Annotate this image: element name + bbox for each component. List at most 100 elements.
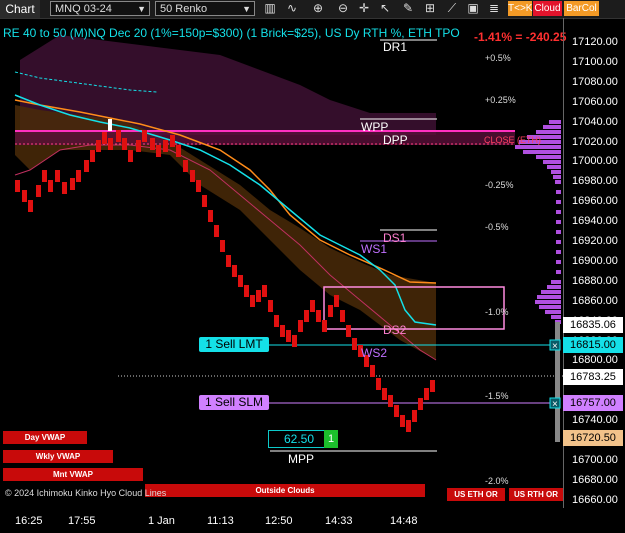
volume-profile-bar — [523, 150, 561, 154]
volume-profile — [515, 120, 561, 442]
volume-profile-bar — [537, 295, 561, 299]
cloud-toggle-button[interactable]: Cloud — [533, 1, 562, 16]
volume-profile-bar — [556, 210, 561, 214]
renko-brick — [352, 338, 357, 350]
renko-brick — [84, 160, 89, 172]
chart-title: RE 40 to 50 (M)NQ Dec 20 (1%=150p=$300) … — [3, 26, 460, 40]
x-tick-label: 14:48 — [390, 515, 418, 527]
pct-minus-20: -2.0% — [485, 476, 509, 486]
tk-toggle-button[interactable]: T<>K — [508, 1, 532, 16]
renko-brick — [238, 275, 243, 287]
volume-profile-bar — [553, 175, 561, 179]
y-tick-label: 16880.00 — [572, 274, 618, 287]
bar-type-label: 50 Renko — [160, 3, 208, 15]
volume-profile-bar — [556, 200, 561, 204]
volume-profile-bar — [556, 220, 561, 224]
bar-type-selector[interactable]: 50 Renko ▼ — [155, 1, 255, 16]
volume-profile-bar — [541, 290, 561, 294]
y-tick-label: 17060.00 — [572, 95, 618, 108]
pct-minus-05: -0.5% — [485, 222, 509, 232]
renko-brick — [36, 185, 41, 197]
pct-minus-15: -1.5% — [485, 391, 509, 401]
ws2-label: WS2 — [361, 346, 388, 360]
mpp-label: MPP — [288, 452, 315, 466]
bar-chart-icon[interactable]: ▥ — [262, 1, 278, 16]
dpp-band — [15, 131, 515, 145]
renko-brick — [214, 225, 219, 237]
position-count: 1 — [324, 430, 338, 448]
renko-brick — [142, 130, 147, 142]
y-tick-label: 17120.00 — [572, 36, 618, 48]
strategies-icon[interactable]: ▣ — [465, 1, 481, 16]
draw-tools-icon[interactable]: ✎ — [400, 1, 416, 16]
volume-profile-bar — [545, 310, 561, 314]
ds2-label: DS2 — [383, 323, 407, 337]
x-tick-label: 14:33 — [325, 515, 353, 527]
crosshair-icon[interactable]: ✛ — [356, 1, 372, 16]
drawing-object-icon[interactable]: ⊞ — [422, 1, 438, 16]
pct-minus-025: -0.25% — [485, 180, 514, 190]
price-label-last: 16783.25 — [563, 369, 623, 385]
session-change: -1.41% = -240.25 — [474, 30, 567, 44]
svg-text:×: × — [552, 341, 558, 352]
y-tick-label: 16980.00 — [572, 175, 618, 188]
y-tick-label: 17000.00 — [572, 155, 618, 168]
sell-slm-order[interactable]: 1 Sell SLM — [199, 395, 269, 410]
properties-icon[interactable]: ≣ — [486, 1, 502, 16]
instrument-selector[interactable]: MNQ 03-24 ▼ — [50, 1, 150, 16]
renko-brick — [298, 320, 303, 332]
zoom-in-icon[interactable]: ⊕ — [310, 1, 326, 16]
volume-profile-bar — [556, 230, 561, 234]
y-tick-label: 16940.00 — [572, 215, 618, 228]
renko-brick — [262, 285, 267, 297]
renko-brick — [250, 295, 255, 307]
renko-brick — [310, 300, 315, 312]
renko-brick — [406, 420, 411, 432]
volume-profile-bar — [556, 190, 561, 194]
svg-text:×: × — [552, 399, 558, 410]
x-tick-label: 12:50 — [265, 515, 293, 527]
y-tick-label: 16740.00 — [572, 414, 618, 427]
pointer-icon[interactable]: ↖ — [377, 1, 393, 16]
renko-brick — [376, 378, 381, 390]
price-label-tenkan: 16835.06 — [563, 317, 623, 333]
renko-brick — [340, 310, 345, 322]
renko-brick — [280, 325, 285, 337]
renko-brick — [102, 132, 107, 144]
y-tick-label: 17080.00 — [572, 75, 618, 88]
renko-brick — [22, 190, 27, 202]
renko-brick — [176, 145, 181, 157]
renko-brick — [304, 310, 309, 322]
renko-brick — [196, 180, 201, 192]
y-tick-label: 16860.00 — [572, 294, 618, 307]
renko-brick — [382, 388, 387, 400]
volume-profile-bar — [556, 240, 561, 244]
wpp-label: WPP — [361, 120, 389, 134]
indicators-icon[interactable]: ∿ — [284, 1, 300, 16]
time-axis[interactable]: 16:25 17:55 1 Jan 11:13 12:50 14:33 14:48 — [0, 508, 563, 533]
ws1-label: WS1 — [361, 242, 388, 256]
y-tick-label: 16660.00 — [572, 493, 618, 506]
renko-brick — [244, 285, 249, 297]
us-rth-or-label: US RTH OR — [509, 488, 563, 501]
chevron-down-icon: ▼ — [137, 4, 146, 14]
barcol-toggle-button[interactable]: BarCol — [564, 1, 599, 16]
renko-brick — [418, 398, 423, 410]
us-eth-or-label: US ETH OR — [447, 488, 505, 501]
volume-profile-bar — [551, 280, 561, 284]
x-tick-label: 16:25 — [15, 515, 43, 527]
outside-clouds-label: Outside Clouds — [145, 484, 425, 497]
y-tick-label: 16900.00 — [572, 254, 618, 267]
renko-brick — [136, 140, 141, 152]
weekly-vwap-label: Wkly VWAP — [3, 450, 113, 463]
renko-brick — [90, 150, 95, 162]
renko-brick — [42, 170, 47, 182]
sell-lmt-order[interactable]: 1 Sell LMT — [199, 337, 269, 352]
templates-icon[interactable]: ⟋ — [444, 1, 460, 16]
price-label-sell-lmt: 16815.00 — [563, 337, 623, 353]
renko-brick — [226, 255, 231, 267]
chart-tab[interactable]: Chart — [0, 0, 40, 18]
zoom-out-icon[interactable]: ⊖ — [335, 1, 351, 16]
volume-profile-bar — [536, 155, 561, 159]
renko-brick — [316, 310, 321, 322]
